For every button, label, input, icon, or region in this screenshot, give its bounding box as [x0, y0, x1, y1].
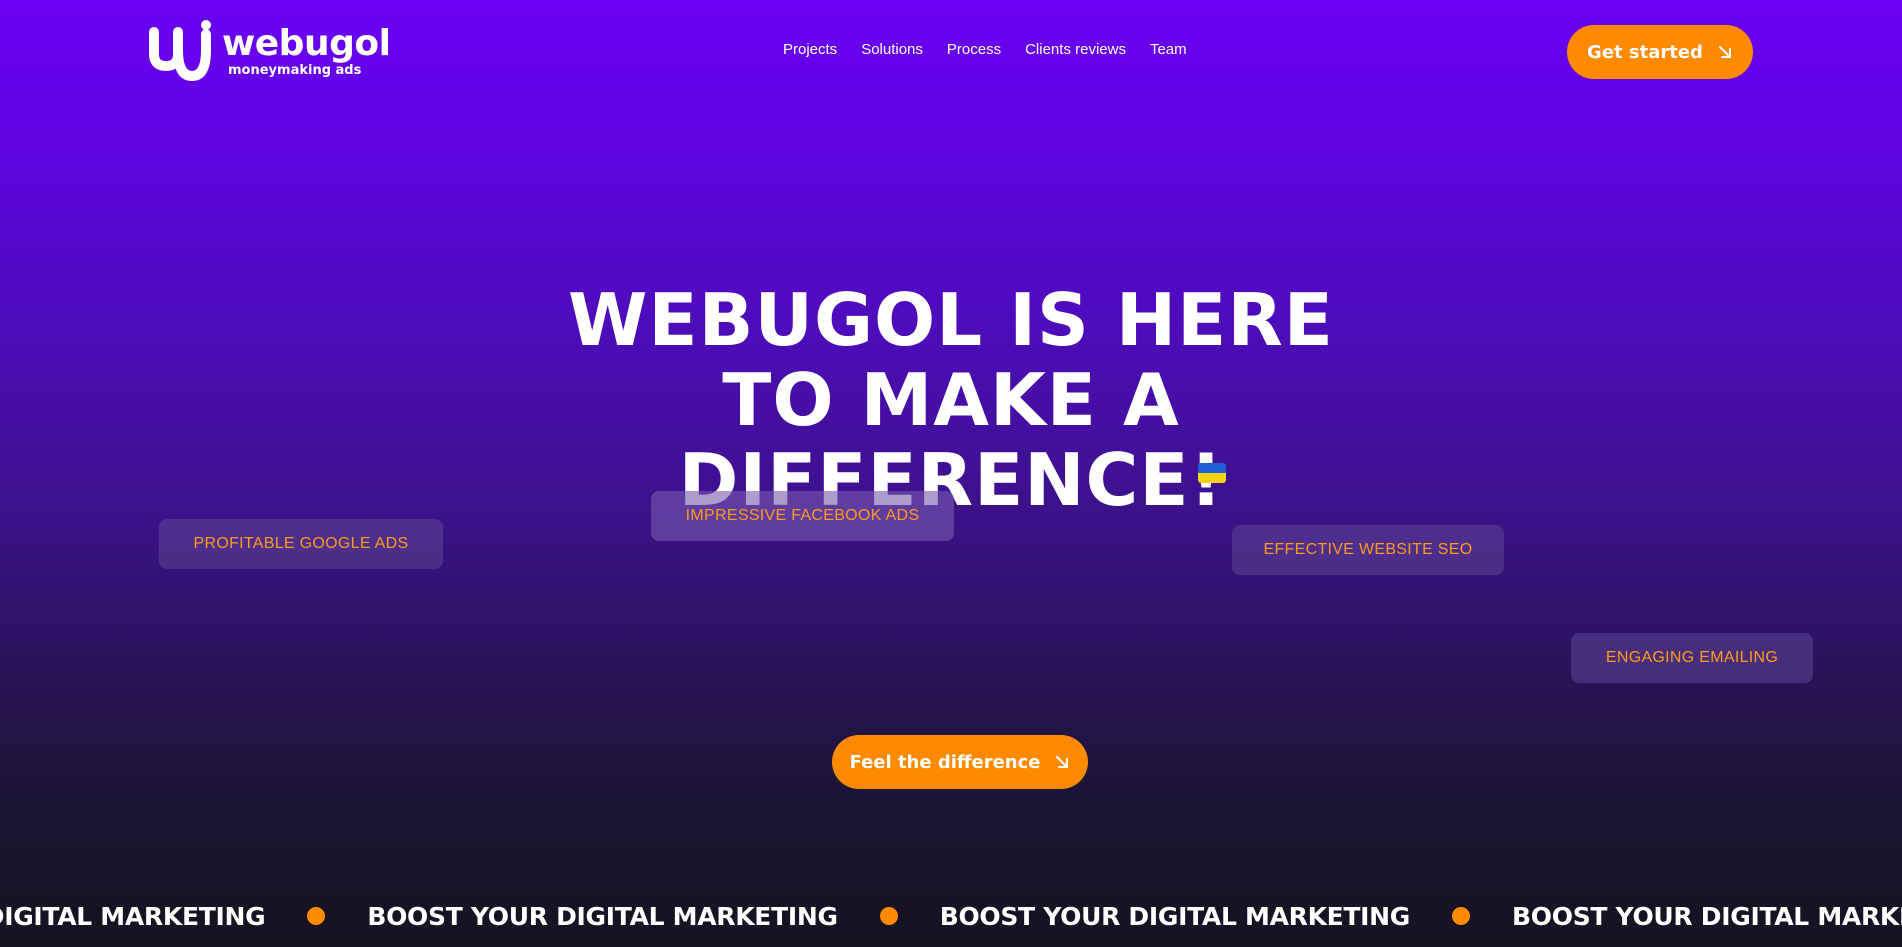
orange-dot-icon [1452, 907, 1471, 925]
orange-dot-icon [307, 907, 326, 925]
nav-item-process[interactable]: Process [947, 41, 1001, 58]
arrow-down-right-icon [1718, 46, 1731, 58]
page: webugol moneymaking ads Projects Solutio… [0, 0, 1902, 947]
hero-title-line-2: TO MAKE A [722, 358, 1180, 442]
marquee-text: BOOST YOUR DIGITAL MARKETING [367, 901, 838, 931]
get-started-button[interactable]: Get started [1567, 25, 1753, 79]
main-nav: Projects Solutions Process Clients revie… [783, 41, 1187, 58]
tag-facebook-ads: IMPRESSIVE FACEBOOK ADS [651, 491, 954, 541]
tag-website-seo: EFFECTIVE WEBSITE SEO [1232, 525, 1504, 575]
logo-mark-icon [149, 20, 211, 82]
logo-tagline: moneymaking ads [228, 62, 362, 78]
logo-wordmark: webugol [222, 22, 391, 64]
marquee-item: BOOST YOUR DIGITAL MARKETING [367, 902, 939, 931]
hero-title-line-1: WEBUGOL IS HERE [568, 278, 1334, 362]
feel-the-difference-label: Feel the difference [849, 751, 1041, 773]
hero-title: WEBUGOL IS HERE TO MAKE A DIFFERENCE! [0, 280, 1902, 520]
marquee-banner: BOOST YOUR DIGITAL MARKETING BOOST YOUR … [0, 896, 1902, 936]
marquee-track: BOOST YOUR DIGITAL MARKETING BOOST YOUR … [0, 896, 1902, 936]
arrow-down-right-icon [1056, 756, 1069, 768]
marquee-text: BOOST YOUR DIGITAL MARKETING [939, 901, 1411, 931]
marquee-text: BOOST YOUR DIGITAL MARKETING [1512, 901, 1902, 931]
logo[interactable]: webugol moneymaking ads [148, 20, 391, 82]
feel-the-difference-button[interactable]: Feel the difference [832, 735, 1088, 789]
orange-dot-icon [879, 907, 898, 925]
marquee-item: BOOST YOUR DIGITAL MARKETING [1512, 902, 1902, 931]
nav-item-solutions[interactable]: Solutions [861, 41, 923, 58]
nav-item-projects[interactable]: Projects [783, 41, 837, 58]
tag-emailing: ENGAGING EMAILING [1571, 633, 1813, 683]
marquee-item: BOOST YOUR DIGITAL MARKETING [940, 902, 1512, 931]
marquee-text: BOOST YOUR DIGITAL MARKETING [0, 901, 266, 931]
ukraine-flag-icon [1198, 463, 1226, 483]
tag-google-ads: PROFITABLE GOOGLE ADS [159, 519, 443, 569]
nav-item-team[interactable]: Team [1150, 41, 1187, 58]
marquee-item: BOOST YOUR DIGITAL MARKETING [0, 902, 367, 931]
logo-text: webugol moneymaking ads [222, 22, 391, 78]
nav-item-clients-reviews[interactable]: Clients reviews [1025, 41, 1126, 58]
get-started-label: Get started [1587, 41, 1703, 63]
